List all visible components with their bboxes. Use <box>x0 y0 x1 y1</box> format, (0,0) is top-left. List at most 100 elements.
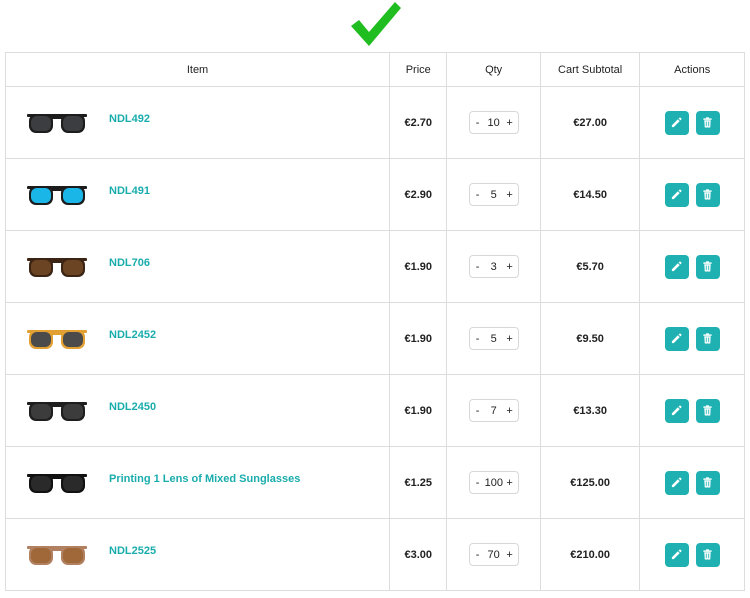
item-cell: Printing 1 Lens of Mixed Sunglasses <box>4 446 391 519</box>
increase-button[interactable]: + <box>503 117 517 129</box>
quantity-stepper: - 5 + <box>468 183 519 206</box>
increase-button[interactable]: + <box>503 549 517 561</box>
delete-button[interactable] <box>695 110 720 135</box>
header-actions: Actions <box>639 52 745 87</box>
item-cell: NDL492 <box>4 86 391 159</box>
increase-button[interactable]: + <box>503 477 517 489</box>
table-row: NDL492 €2.70 - 10 + €27.00 <box>4 86 745 159</box>
edit-button[interactable] <box>664 254 689 279</box>
pencil-icon <box>672 477 682 488</box>
qty-cell: - 5 + <box>446 302 541 375</box>
trash-icon <box>703 477 712 488</box>
actions-cell <box>639 374 745 447</box>
item-cell: NDL2525 <box>4 518 391 591</box>
quantity-input[interactable]: 5 <box>485 189 503 201</box>
qty-cell: - 70 + <box>446 518 541 591</box>
actions-cell <box>639 302 745 375</box>
product-name-link[interactable]: Printing 1 Lens of Mixed Sunglasses <box>109 473 300 485</box>
price-cell: €1.90 <box>389 230 448 303</box>
qty-cell: - 3 + <box>446 230 541 303</box>
qty-cell: - 7 + <box>446 374 541 447</box>
sunglasses-image <box>27 257 87 277</box>
pencil-icon <box>672 261 682 272</box>
item-cell: NDL2452 <box>4 302 391 375</box>
delete-button[interactable] <box>695 542 720 567</box>
qty-cell: - 5 + <box>446 158 541 231</box>
quantity-stepper: - 10 + <box>468 111 519 134</box>
item-cell: NDL491 <box>4 158 391 231</box>
decrease-button[interactable]: - <box>471 333 485 345</box>
cart-table: Item Price Qty Cart Subtotal Actions NDL… <box>4 52 745 591</box>
pencil-icon <box>672 117 682 128</box>
decrease-button[interactable]: - <box>471 189 485 201</box>
edit-button[interactable] <box>664 398 689 423</box>
product-name-link[interactable]: NDL2450 <box>109 401 156 413</box>
actions-cell <box>639 518 745 591</box>
product-name-link[interactable]: NDL706 <box>109 257 150 269</box>
quantity-input[interactable]: 10 <box>485 117 503 129</box>
increase-button[interactable]: + <box>503 189 517 201</box>
trash-icon <box>703 549 712 560</box>
quantity-stepper: - 7 + <box>468 399 519 422</box>
delete-button[interactable] <box>695 470 720 495</box>
subtotal-cell: €125.00 <box>539 446 641 519</box>
increase-button[interactable]: + <box>503 405 517 417</box>
edit-button[interactable] <box>664 110 689 135</box>
table-row: NDL2450 €1.90 - 7 + €13.30 <box>4 374 745 447</box>
price-cell: €1.90 <box>389 302 448 375</box>
quantity-stepper: - 100 + <box>468 471 519 494</box>
decrease-button[interactable]: - <box>471 405 485 417</box>
delete-button[interactable] <box>695 182 720 207</box>
decrease-button[interactable]: - <box>471 261 485 273</box>
price-cell: €1.25 <box>389 446 448 519</box>
sunglasses-image <box>27 545 87 565</box>
subtotal-cell: €210.00 <box>539 518 641 591</box>
header-item: Item <box>4 52 391 87</box>
edit-button[interactable] <box>664 470 689 495</box>
header-subtotal: Cart Subtotal <box>539 52 641 87</box>
trash-icon <box>703 333 712 344</box>
delete-button[interactable] <box>695 326 720 351</box>
price-cell: €3.00 <box>389 518 448 591</box>
table-header-row: Item Price Qty Cart Subtotal Actions <box>4 52 745 87</box>
decrease-button[interactable]: - <box>471 117 485 129</box>
increase-button[interactable]: + <box>503 261 517 273</box>
actions-cell <box>639 158 745 231</box>
subtotal-cell: €27.00 <box>539 86 641 159</box>
table-row: NDL491 €2.90 - 5 + €14.50 <box>4 158 745 231</box>
quantity-input[interactable]: 5 <box>485 333 503 345</box>
pencil-icon <box>672 189 682 200</box>
quantity-stepper: - 5 + <box>468 327 519 350</box>
quantity-input[interactable]: 3 <box>485 261 503 273</box>
product-name-link[interactable]: NDL2452 <box>109 329 156 341</box>
edit-button[interactable] <box>664 542 689 567</box>
sunglasses-image <box>27 185 87 205</box>
quantity-input[interactable]: 100 <box>485 477 503 489</box>
trash-icon <box>703 261 712 272</box>
check-icon <box>351 2 401 46</box>
trash-icon <box>703 189 712 200</box>
product-name-link[interactable]: NDL2525 <box>109 545 156 557</box>
product-name-link[interactable]: NDL491 <box>109 185 150 197</box>
price-cell: €2.70 <box>389 86 448 159</box>
pencil-icon <box>672 405 682 416</box>
sunglasses-image <box>27 473 87 493</box>
delete-button[interactable] <box>695 398 720 423</box>
subtotal-cell: €13.30 <box>539 374 641 447</box>
quantity-input[interactable]: 70 <box>485 549 503 561</box>
edit-button[interactable] <box>664 326 689 351</box>
table-row: NDL706 €1.90 - 3 + €5.70 <box>4 230 745 303</box>
decrease-button[interactable]: - <box>471 477 485 489</box>
increase-button[interactable]: + <box>503 333 517 345</box>
subtotal-cell: €14.50 <box>539 158 641 231</box>
item-cell: NDL706 <box>4 230 391 303</box>
table-row: NDL2525 €3.00 - 70 + €210.00 <box>4 518 745 591</box>
delete-button[interactable] <box>695 254 720 279</box>
edit-button[interactable] <box>664 182 689 207</box>
qty-cell: - 10 + <box>446 86 541 159</box>
actions-cell <box>639 230 745 303</box>
decrease-button[interactable]: - <box>471 549 485 561</box>
quantity-input[interactable]: 7 <box>485 405 503 417</box>
product-name-link[interactable]: NDL492 <box>109 113 150 125</box>
item-cell: NDL2450 <box>4 374 391 447</box>
